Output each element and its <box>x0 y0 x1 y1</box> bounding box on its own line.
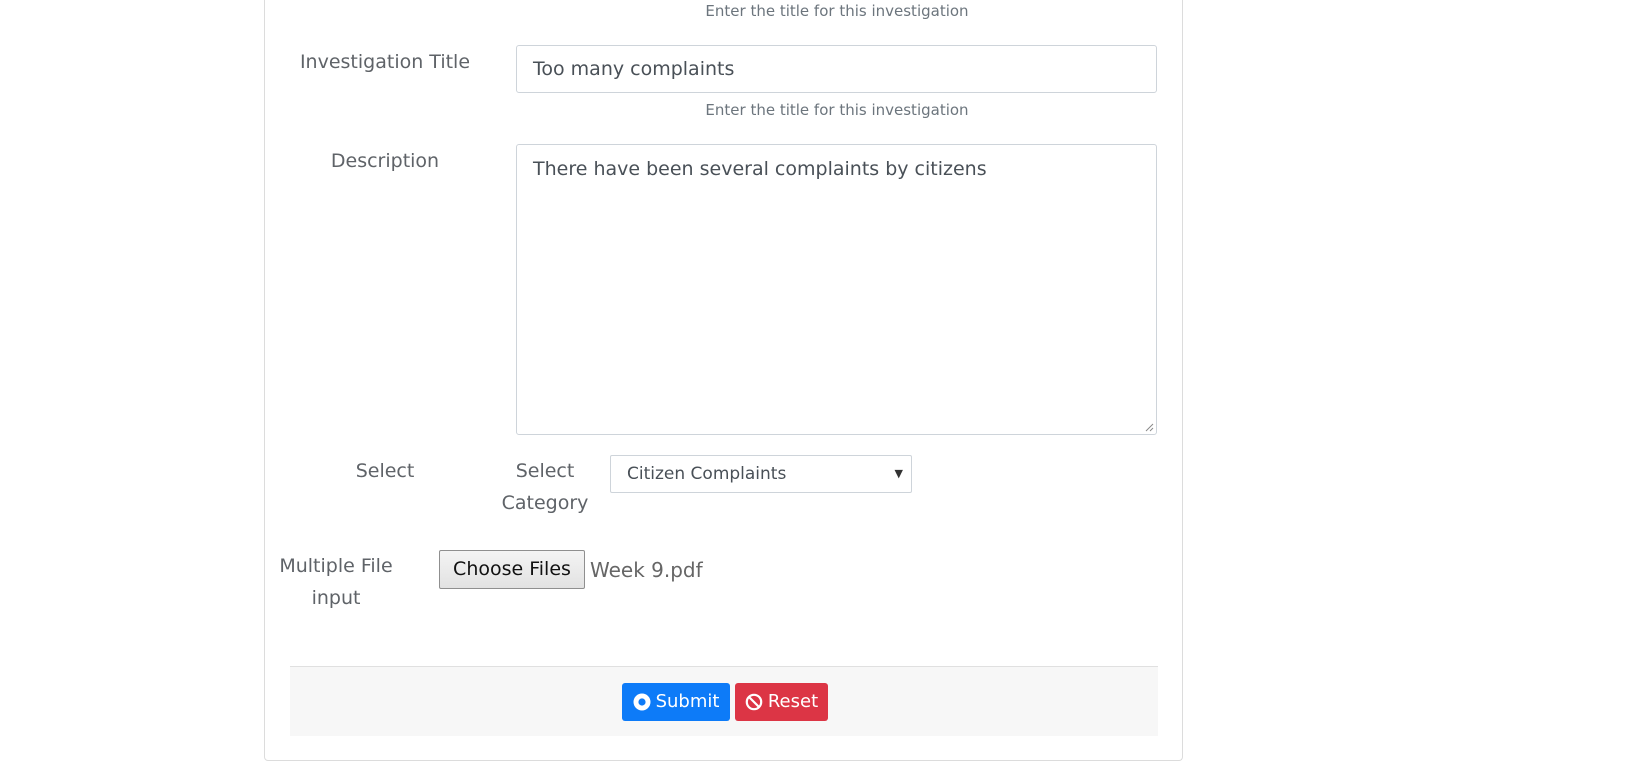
dot-circle-icon <box>633 693 651 711</box>
reset-button[interactable]: Reset <box>735 683 828 721</box>
reset-label: Reset <box>767 691 819 712</box>
description-label: Description <box>330 150 440 172</box>
ban-icon <box>745 693 763 711</box>
category-select-value: Citizen Complaints <box>627 464 787 484</box>
select-label: Select <box>355 460 415 482</box>
description-text: There have been several complaints by ci… <box>533 158 987 180</box>
category-label: Select Category <box>501 460 589 514</box>
hint-text-top: Enter the title for this investigation <box>705 2 969 20</box>
resize-handle-icon[interactable] <box>1144 422 1154 432</box>
choose-files-button[interactable]: Choose Files <box>439 550 585 589</box>
file-input-label: Multiple File input <box>279 555 393 609</box>
investigation-title-label: Investigation Title <box>299 51 471 73</box>
category-select[interactable]: Citizen Complaints ▼ <box>610 455 912 493</box>
investigation-title-hint: Enter the title for this investigation <box>705 101 969 119</box>
chevron-down-icon: ▼ <box>894 467 903 480</box>
description-textarea[interactable]: There have been several complaints by ci… <box>516 144 1157 435</box>
submit-label: Submit <box>655 691 720 712</box>
selected-file-name: Week 9.pdf <box>590 558 703 582</box>
submit-button[interactable]: Submit <box>622 683 730 721</box>
investigation-title-input[interactable]: Too many complaints <box>516 45 1157 93</box>
